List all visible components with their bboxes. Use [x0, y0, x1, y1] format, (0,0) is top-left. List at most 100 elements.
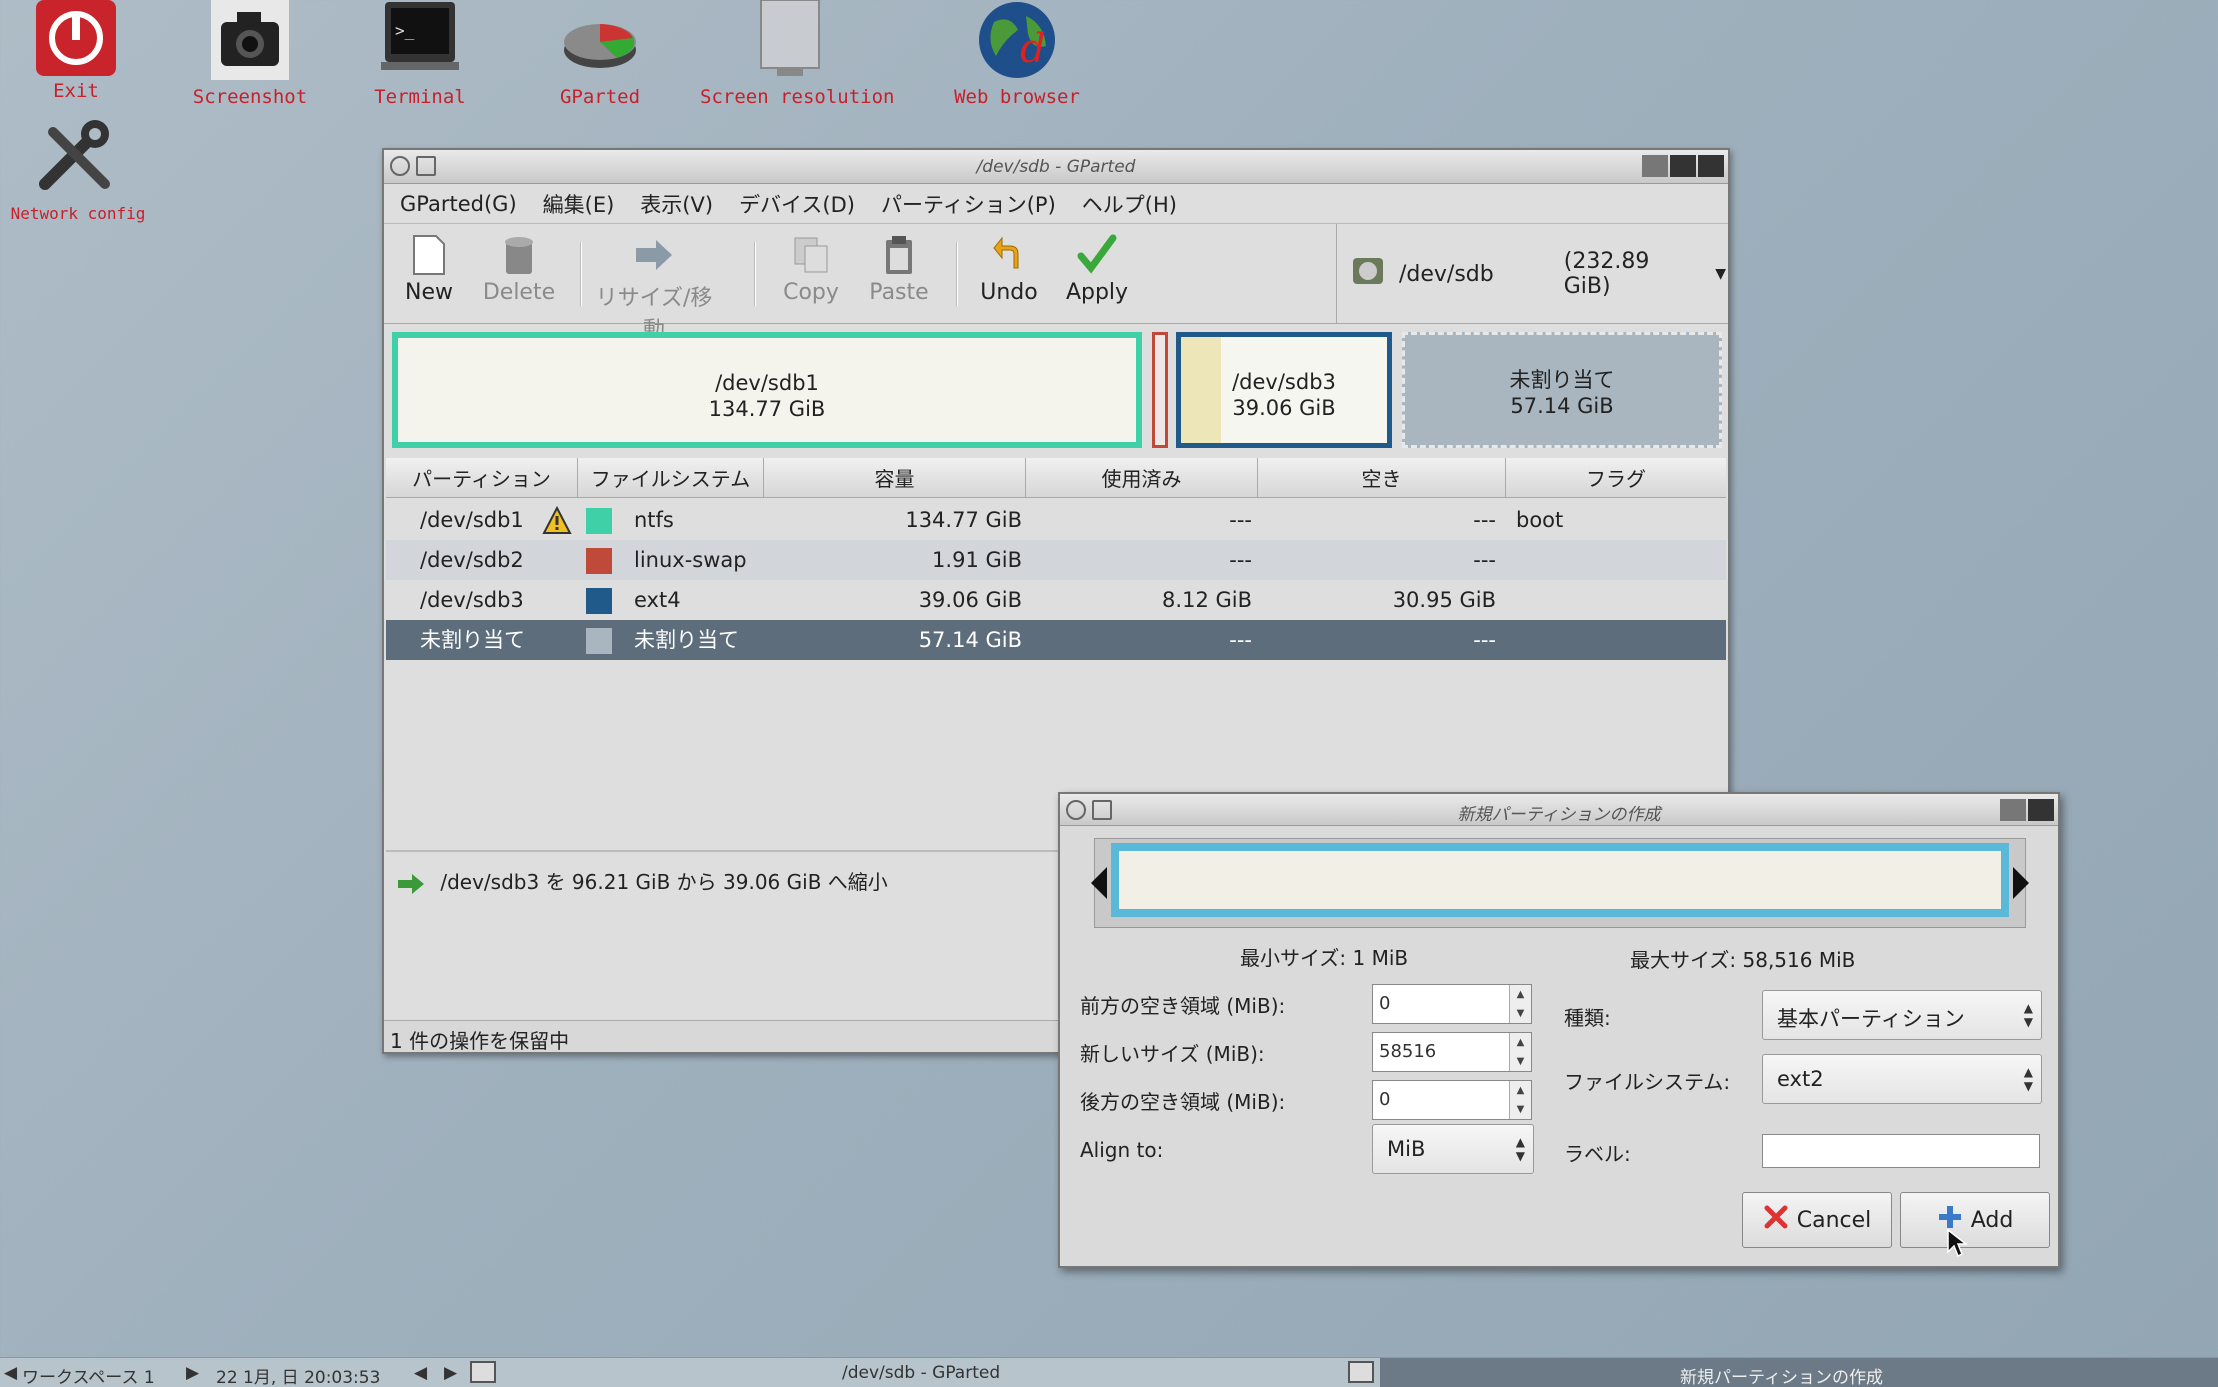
menu-gparted[interactable]: GParted(G): [400, 192, 517, 216]
desktop-icon-label: Screenshot: [192, 86, 308, 108]
tools-icon: [35, 118, 121, 200]
partition-name: /dev/sdb3: [420, 588, 524, 612]
align-to-select[interactable]: MiB ▲ ▼: [1372, 1124, 1534, 1174]
menu-partition[interactable]: パーティション(P): [881, 189, 1056, 219]
map-segment-sdb2[interactable]: [1152, 332, 1168, 448]
filesystem-label: ファイルシステム:: [1564, 1070, 1731, 1094]
table-row-selected[interactable]: 未割り当て 未割り当て 57.14 GiB --- ---: [386, 620, 1726, 660]
map-segment-unallocated[interactable]: 未割り当て 57.14 GiB: [1402, 332, 1722, 448]
chevron-down-icon: ▼: [1715, 266, 1726, 282]
spin-arrows-icon[interactable]: ▲ ▼: [1509, 1081, 1531, 1119]
fs-color-swatch: [586, 588, 612, 614]
copy-icon: [766, 234, 856, 280]
column-header-free[interactable]: 空き: [1258, 458, 1506, 497]
minimize-button[interactable]: [1642, 155, 1668, 177]
desktop-icon-label: Network config: [10, 204, 146, 223]
menu-bar: GParted(G) 編集(E) 表示(V) デバイス(D) パーティション(P…: [384, 184, 1728, 224]
add-button[interactable]: Add: [1900, 1192, 2050, 1248]
resizer-right-handle[interactable]: [2013, 867, 2029, 899]
device-selector[interactable]: /dev/sdb (232.89 GiB) ▼: [1336, 224, 1726, 324]
dialog-title-bar[interactable]: 新規パーティションの作成: [1060, 794, 2058, 826]
updown-arrows-icon: ▲ ▼: [2023, 1001, 2033, 1029]
resizer-left-handle[interactable]: [1091, 867, 1107, 899]
toolbar-separator: [580, 242, 582, 306]
column-header-flags[interactable]: フラグ: [1506, 458, 1726, 497]
free: ---: [1473, 628, 1496, 652]
free-before-input[interactable]: 0 ▲ ▼: [1372, 984, 1532, 1024]
free: ---: [1473, 548, 1496, 572]
desktop-icon-gparted[interactable]: GParted: [510, 0, 690, 108]
menu-view[interactable]: 表示(V): [640, 189, 713, 219]
map-segment-sdb1[interactable]: /dev/sdb1 134.77 GiB: [392, 332, 1142, 448]
nav-prev-icon[interactable]: ◀: [414, 1363, 427, 1383]
mouse-cursor-icon: [1946, 1228, 1969, 1262]
min-size-label: 最小サイズ: 1 MiB: [1240, 946, 1409, 970]
nav-next-icon[interactable]: ▶: [444, 1363, 457, 1383]
desktop-icon-label: Terminal: [374, 86, 466, 108]
window-list-icon[interactable]: [470, 1361, 496, 1383]
monitor-icon: [747, 0, 833, 82]
desktop-icon-label: GParted: [559, 86, 641, 108]
workspace-label[interactable]: ワークスペース 1: [22, 1363, 155, 1387]
desktop-icon-network-config[interactable]: Network config: [0, 118, 168, 223]
free-before-label: 前方の空き領域 (MiB):: [1080, 994, 1286, 1018]
partition-label-input[interactable]: [1762, 1134, 2040, 1168]
free-after-label: 後方の空き領域 (MiB):: [1080, 1090, 1286, 1114]
filesystem: 未割り当て: [634, 628, 739, 652]
resize-operation-icon: [396, 870, 426, 894]
desktop-icon-screenshot[interactable]: Screenshot: [160, 0, 340, 108]
title-bar[interactable]: /dev/sdb - GParted: [384, 150, 1728, 184]
undo-icon: [964, 234, 1054, 280]
column-header-used[interactable]: 使用済み: [1026, 458, 1258, 497]
align-to-label: Align to:: [1080, 1138, 1164, 1162]
column-header-size[interactable]: 容量: [764, 458, 1026, 497]
checkmark-icon: [1052, 234, 1142, 280]
free-after-input[interactable]: 0 ▲ ▼: [1372, 1080, 1532, 1120]
create-partition-dialog: 新規パーティションの作成 最小サイズ: 1 MiB 最大サイズ: 58,516 …: [1058, 792, 2060, 1268]
menu-device[interactable]: デバイス(D): [739, 189, 855, 219]
new-button[interactable]: New: [384, 234, 474, 305]
label-field-label: ラベル:: [1564, 1142, 1631, 1166]
minimize-button[interactable]: [2000, 799, 2026, 821]
resizer-partition-block[interactable]: [1111, 843, 2009, 917]
taskbar-task-gparted[interactable]: /dev/sdb - GParted: [842, 1363, 1000, 1383]
spin-arrows-icon[interactable]: ▲ ▼: [1509, 985, 1531, 1023]
desktop-icon-screen-resolution[interactable]: Screen resolution: [700, 0, 894, 108]
desktop-icon-exit[interactable]: Exit: [0, 0, 166, 102]
copy-button[interactable]: Copy: [766, 234, 856, 305]
close-button[interactable]: [1698, 155, 1724, 177]
size: 39.06 GiB: [918, 588, 1022, 612]
workspace-prev-icon[interactable]: ◀: [4, 1363, 17, 1383]
partition-type-select[interactable]: 基本パーティション ▲ ▼: [1762, 990, 2042, 1040]
cancel-button[interactable]: Cancel: [1742, 1192, 1892, 1248]
apply-button[interactable]: Apply: [1052, 234, 1142, 305]
undo-button[interactable]: Undo: [964, 234, 1054, 305]
filesystem-select[interactable]: ext2 ▲ ▼: [1762, 1054, 2042, 1104]
column-header-partition[interactable]: パーティション: [386, 458, 578, 497]
table-row[interactable]: /dev/sdb2 linux-swap 1.91 GiB --- ---: [386, 540, 1726, 580]
flags: boot: [1516, 508, 1564, 532]
clock: 22 1月, 日 20:03:53: [216, 1368, 381, 1387]
delete-button[interactable]: Delete: [474, 234, 564, 305]
free: 30.95 GiB: [1392, 588, 1496, 612]
maximize-button[interactable]: [1670, 155, 1696, 177]
spin-arrows-icon[interactable]: ▲ ▼: [1509, 1033, 1531, 1071]
terminal-icon: >_: [377, 0, 463, 82]
table-row[interactable]: /dev/sdb3 ext4 39.06 GiB 8.12 GiB 30.95 …: [386, 580, 1726, 620]
device-size: (232.89 GiB): [1563, 249, 1650, 299]
workspace-next-icon[interactable]: ▶: [186, 1363, 199, 1383]
menu-edit[interactable]: 編集(E): [543, 189, 615, 219]
new-size-input[interactable]: 58516 ▲ ▼: [1372, 1032, 1532, 1072]
desktop-icon-terminal[interactable]: >_ Terminal: [330, 0, 510, 108]
hard-disk-icon: [1351, 254, 1385, 294]
new-document-icon: [384, 234, 474, 280]
column-header-filesystem[interactable]: ファイルシステム: [578, 458, 764, 497]
table-row[interactable]: /dev/sdb1 ntfs 134.77 GiB --- --- boot: [386, 500, 1726, 540]
paste-button[interactable]: Paste: [854, 234, 944, 305]
map-segment-sdb3[interactable]: /dev/sdb3 39.06 GiB: [1176, 332, 1392, 448]
close-button[interactable]: [2028, 799, 2054, 821]
menu-help[interactable]: ヘルプ(H): [1082, 189, 1177, 219]
desktop-icon-web-browser[interactable]: d Web browser: [927, 0, 1107, 108]
taskbar-task-dialog[interactable]: 新規パーティションの作成: [1380, 1358, 2218, 1387]
partition-resizer[interactable]: [1091, 838, 2029, 928]
